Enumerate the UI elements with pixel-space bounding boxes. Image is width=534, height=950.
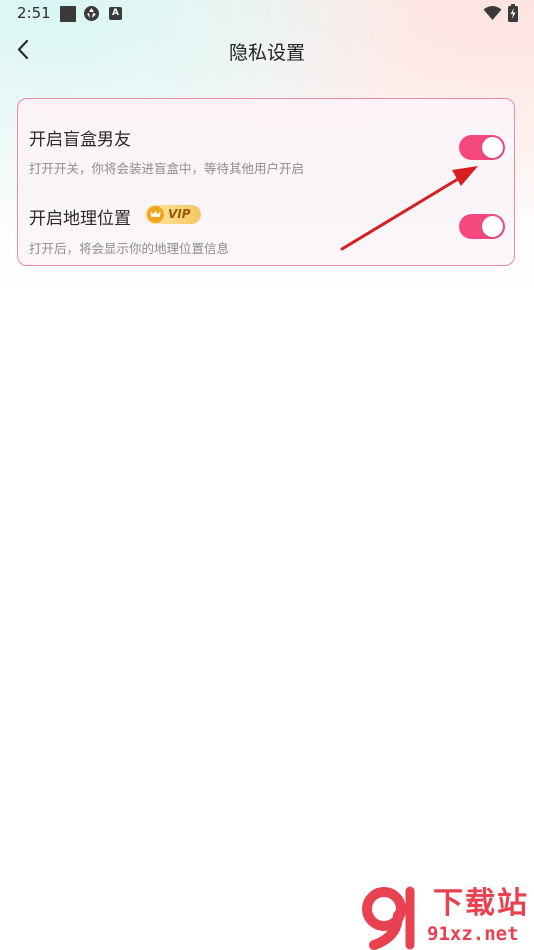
wifi-icon [483, 6, 502, 20]
vip-badge: VIP [145, 205, 201, 224]
watermark-title: 下载站 [433, 886, 529, 921]
watermark: 下载站 91xz.net [360, 885, 534, 950]
location-setting-description: 打开后，将会显示你的地理位置信息 [29, 241, 230, 256]
toggle-knob [482, 216, 503, 237]
camera-shutter-icon [84, 6, 99, 21]
watermark-url: 91xz.net [427, 923, 519, 945]
location-toggle[interactable] [459, 214, 505, 239]
a-notification-icon: A [109, 7, 122, 20]
status-time: 2:51 [17, 4, 51, 22]
status-bar: 2:51 A [0, 0, 534, 28]
location-setting-title: 开启地理位置 [29, 209, 131, 229]
battery-charging-icon [508, 4, 518, 22]
page-title: 隐私设置 [228, 42, 305, 64]
privacy-settings-card: 开启盲盒男友 打开开关，你将会装进盲盒中，等待其他用户开启 开启地理位置 VIP… [17, 98, 515, 266]
vip-badge-label: VIP [168, 207, 191, 221]
stop-square-icon [60, 6, 76, 22]
blind-box-setting-description: 打开开关，你将会装进盲盒中，等待其他用户开启 [29, 161, 305, 176]
blind-box-toggle[interactable] [459, 135, 505, 160]
site-logo-icon [362, 886, 415, 950]
crown-icon [147, 206, 164, 223]
blind-box-setting-title: 开启盲盒男友 [29, 130, 131, 150]
toggle-knob [482, 137, 503, 158]
